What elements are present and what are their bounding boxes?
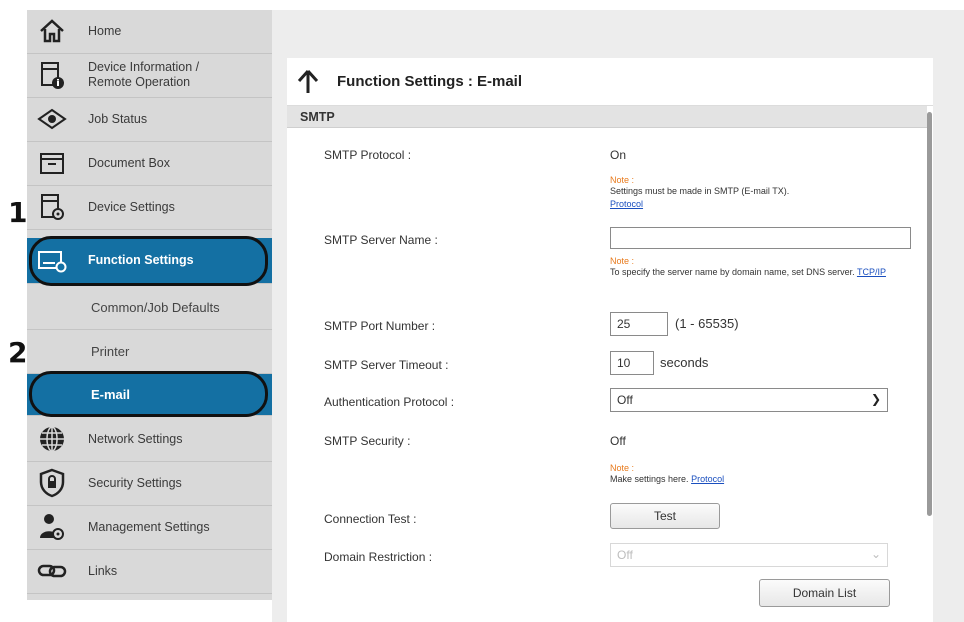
smtp-timeout-input[interactable]: 10 xyxy=(610,351,654,375)
page: 1 2 Home Device Information / Remote Oper… xyxy=(0,0,964,622)
shield-icon xyxy=(37,468,67,498)
section-title: SMTP xyxy=(300,110,335,124)
smtp-protocol-label: SMTP Protocol : xyxy=(324,148,412,162)
note-label: Note : xyxy=(610,256,635,266)
scrollbar[interactable] xyxy=(927,112,932,516)
up-arrow-icon[interactable] xyxy=(297,69,319,95)
smtp-security-label: SMTP Security : xyxy=(324,434,411,448)
sidebar-item-function-settings[interactable]: Function Settings xyxy=(27,238,272,284)
sidebar-item-email[interactable]: E-mail xyxy=(27,374,272,416)
document-box-icon xyxy=(37,148,67,178)
domain-restriction-label: Domain Restriction : xyxy=(324,550,433,564)
sidebar-item-label: Device Settings xyxy=(88,200,175,214)
connection-test-label: Connection Test : xyxy=(324,512,417,526)
sidebar-item-device-settings[interactable]: Device Settings xyxy=(27,186,272,230)
sidebar-item-device-information[interactable]: Device Information / Remote Operation xyxy=(27,54,272,98)
settings-panel: Function Settings : E-mail SMTP SMTP Pro… xyxy=(287,58,933,622)
link-icon xyxy=(37,556,67,586)
chevron-down-icon: ⌄ xyxy=(870,547,881,561)
note-text: Make settings here. Protocol xyxy=(610,474,725,484)
sidebar-item-label: Links xyxy=(88,564,118,578)
sidebar-item-document-box[interactable]: Document Box xyxy=(27,142,272,186)
page-title: Function Settings : E-mail xyxy=(337,73,523,90)
sidebar-item-links[interactable]: Links xyxy=(27,550,272,594)
sidebar-item-home[interactable]: Home xyxy=(27,10,272,54)
callout-2: 2 xyxy=(8,336,28,369)
section-header: SMTP xyxy=(287,106,927,128)
globe-icon xyxy=(37,424,67,454)
sidebar-item-management-settings[interactable]: Management Settings xyxy=(27,506,272,550)
sidebar-item-label: Function Settings xyxy=(88,253,194,267)
sidebar-item-label: Security Settings xyxy=(88,476,182,490)
note-label: Note : xyxy=(610,463,635,473)
note-label: Note : xyxy=(610,175,635,185)
smtp-timeout-unit: seconds xyxy=(660,355,709,370)
home-icon xyxy=(37,16,67,46)
sidebar-item-printer[interactable]: Printer xyxy=(27,330,272,374)
note-text: Settings must be made in SMTP (E-mail TX… xyxy=(610,186,790,196)
smtp-port-label: SMTP Port Number : xyxy=(324,319,436,333)
sidebar-item-label: Home xyxy=(88,24,122,38)
smtp-port-input[interactable]: 25 xyxy=(610,312,668,336)
smtp-port-range: (1 - 65535) xyxy=(675,316,739,331)
callout-1: 1 xyxy=(8,196,28,229)
device-info-icon xyxy=(37,60,67,90)
sidebar-item-security-settings[interactable]: Security Settings xyxy=(27,462,272,506)
device-settings-icon xyxy=(37,192,67,222)
eye-icon xyxy=(37,104,67,134)
domain-restriction-select[interactable]: Off ⌄ xyxy=(610,543,888,567)
smtp-server-name-label: SMTP Server Name : xyxy=(324,233,438,247)
domain-list-button[interactable]: Domain List xyxy=(759,579,890,607)
smtp-protocol-value: On xyxy=(610,148,627,162)
sidebar-item-job-status[interactable]: Job Status xyxy=(27,98,272,142)
tcpip-link[interactable]: TCP/IP xyxy=(857,267,886,277)
function-settings-icon xyxy=(37,246,67,276)
sidebar-item-label: Management Settings xyxy=(88,520,210,534)
protocol-link[interactable]: Protocol xyxy=(610,199,910,210)
sidebar-item-network-settings[interactable]: Network Settings xyxy=(27,418,272,462)
auth-protocol-select[interactable]: Off ❯ xyxy=(610,388,888,412)
page-header: Function Settings : E-mail xyxy=(287,58,933,106)
smtp-security-value: Off xyxy=(610,434,626,448)
auth-protocol-value: Off xyxy=(617,393,633,407)
sidebar-item-label: Device Information / Remote Operation xyxy=(88,60,200,89)
sidebar-item-label: E-mail xyxy=(91,387,131,402)
sidebar-item-label: Job Status xyxy=(88,112,148,126)
protocol-link-security[interactable]: Protocol xyxy=(691,474,724,484)
sidebar-item-label: Printer xyxy=(91,344,130,359)
sidebar-nav: Home Device Information / Remote Operatio… xyxy=(27,10,272,600)
sidebar-item-common-job-defaults[interactable]: Common/Job Defaults xyxy=(27,286,272,330)
test-button[interactable]: Test xyxy=(610,503,720,529)
auth-protocol-label: Authentication Protocol : xyxy=(324,395,455,409)
chevron-down-icon: ❯ xyxy=(870,392,881,406)
sidebar-item-label: Document Box xyxy=(88,156,170,170)
sidebar-item-label: Common/Job Defaults xyxy=(91,300,220,315)
smtp-server-name-input[interactable] xyxy=(610,227,911,249)
domain-restriction-value: Off xyxy=(617,548,633,562)
smtp-timeout-label: SMTP Server Timeout : xyxy=(324,358,449,372)
sidebar-item-label: Network Settings xyxy=(88,432,183,446)
management-icon xyxy=(37,512,67,542)
note-text: To specify the server name by domain nam… xyxy=(610,267,886,277)
